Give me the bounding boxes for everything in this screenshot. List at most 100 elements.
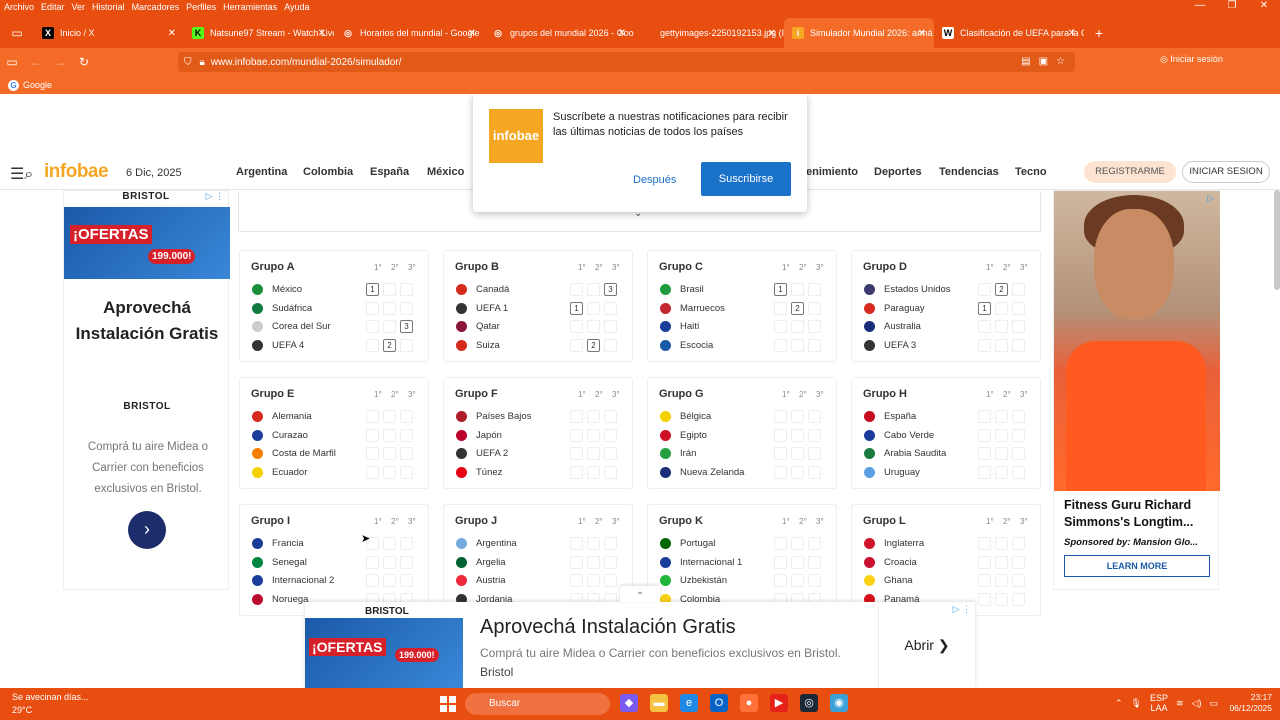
- position-checkbox[interactable]: [400, 537, 413, 550]
- position-checkbox[interactable]: [366, 410, 379, 423]
- register-button[interactable]: REGISTRARME: [1084, 161, 1176, 183]
- left-ad[interactable]: BRISTOL ▷ ⋮ ¡OFERTAS 199.000! Aprovechá …: [63, 190, 230, 590]
- ad-arrow-button[interactable]: ›: [128, 511, 166, 549]
- position-checkbox[interactable]: [774, 555, 787, 569]
- position-checkbox[interactable]: [791, 574, 804, 588]
- position-checkbox[interactable]: [383, 410, 396, 423]
- position-checkbox[interactable]: [1012, 447, 1025, 461]
- firefox-icon[interactable]: ●: [740, 694, 758, 712]
- tab-close-icon[interactable]: ✕: [468, 28, 476, 39]
- position-checkbox[interactable]: [400, 283, 413, 296]
- position-checkbox[interactable]: [400, 301, 413, 315]
- position-checkbox[interactable]: [570, 447, 583, 461]
- adchoices-icon[interactable]: ▷: [1207, 193, 1214, 204]
- position-checkbox[interactable]: [587, 555, 600, 569]
- browser-tab[interactable]: X Inicio / X ✕: [34, 18, 184, 48]
- position-checkbox[interactable]: [774, 537, 787, 550]
- menu-search-icon[interactable]: ☰⌕: [10, 164, 33, 184]
- browser-tab[interactable]: i Simulador Mundial 2026: armá ✕: [784, 18, 934, 48]
- wifi-icon[interactable]: ≋: [1176, 698, 1184, 709]
- browser-signin[interactable]: ◎ Iniciar sesión: [1160, 54, 1223, 65]
- nav-mexico[interactable]: México: [427, 166, 464, 178]
- position-checkbox[interactable]: [570, 428, 583, 442]
- clock[interactable]: 23:17 06/12/2025: [1222, 692, 1272, 714]
- position-checkbox[interactable]: [587, 283, 600, 296]
- position-checkbox[interactable]: [587, 466, 600, 480]
- position-checkbox[interactable]: [383, 320, 396, 334]
- position-checkbox[interactable]: [383, 555, 396, 569]
- position-checkbox[interactable]: [604, 555, 617, 569]
- position-checkbox[interactable]: [995, 339, 1008, 353]
- position-checkbox[interactable]: [791, 537, 804, 550]
- position-checkbox[interactable]: [978, 466, 991, 480]
- position-checkbox[interactable]: [808, 283, 821, 296]
- position-checkbox[interactable]: [808, 555, 821, 569]
- browser-tab[interactable]: ◎ Horarios del mundial - Google ✕: [334, 18, 484, 48]
- position-checkbox[interactable]: [995, 320, 1008, 334]
- windows-start-icon[interactable]: [440, 696, 456, 712]
- nav-argentina[interactable]: Argentina: [236, 166, 287, 178]
- star-icon[interactable]: ☆: [1056, 52, 1065, 72]
- position-checkbox[interactable]: [1012, 339, 1025, 353]
- position-checkbox[interactable]: [774, 301, 787, 315]
- position-checkbox[interactable]: [1012, 555, 1025, 569]
- position-checkbox[interactable]: 2: [587, 339, 600, 353]
- browser-tab[interactable]: K Natsune97 Stream - Watch Live ✕: [184, 18, 334, 48]
- scrollbar[interactable]: [1274, 190, 1280, 290]
- position-checkbox[interactable]: [1012, 283, 1025, 296]
- position-checkbox[interactable]: 1: [978, 301, 991, 315]
- position-checkbox[interactable]: [604, 447, 617, 461]
- position-checkbox[interactable]: [604, 410, 617, 423]
- position-checkbox[interactable]: [604, 574, 617, 588]
- tab-close-icon[interactable]: ✕: [168, 28, 176, 39]
- position-checkbox[interactable]: [383, 537, 396, 550]
- position-checkbox[interactable]: [587, 537, 600, 550]
- position-checkbox[interactable]: [978, 537, 991, 550]
- position-checkbox[interactable]: 1: [570, 301, 583, 315]
- chevron-up-icon[interactable]: ⌃: [1115, 698, 1123, 709]
- position-checkbox[interactable]: [995, 410, 1008, 423]
- volume-icon[interactable]: ◁): [1192, 698, 1202, 709]
- position-checkbox[interactable]: [978, 410, 991, 423]
- back-icon[interactable]: ←: [24, 55, 48, 69]
- edge-icon[interactable]: e: [680, 694, 698, 712]
- menu-item[interactable]: Ver: [68, 2, 89, 12]
- infobae-logo[interactable]: infobae: [44, 161, 109, 183]
- minimize-icon[interactable]: —: [1184, 0, 1216, 11]
- position-checkbox[interactable]: 1: [366, 283, 379, 296]
- tab-close-icon[interactable]: ✕: [618, 28, 626, 39]
- position-checkbox[interactable]: [808, 428, 821, 442]
- position-checkbox[interactable]: 3: [400, 320, 413, 334]
- steam-icon[interactable]: ◎: [800, 694, 818, 712]
- menu-item[interactable]: Herramientas: [219, 2, 280, 12]
- position-checkbox[interactable]: [774, 320, 787, 334]
- youtube-icon[interactable]: ▶: [770, 694, 788, 712]
- position-checkbox[interactable]: [587, 320, 600, 334]
- nav-entretenimiento[interactable]: enimiento: [806, 166, 858, 178]
- position-checkbox[interactable]: [366, 339, 379, 353]
- position-checkbox[interactable]: [366, 574, 379, 588]
- position-checkbox[interactable]: [587, 447, 600, 461]
- position-checkbox[interactable]: [383, 574, 396, 588]
- position-checkbox[interactable]: [604, 320, 617, 334]
- position-checkbox[interactable]: [978, 339, 991, 353]
- taskbar-search[interactable]: Buscar: [465, 693, 610, 715]
- position-checkbox[interactable]: 2: [995, 283, 1008, 296]
- position-checkbox[interactable]: [604, 428, 617, 442]
- position-checkbox[interactable]: [1012, 410, 1025, 423]
- position-checkbox[interactable]: [995, 447, 1008, 461]
- position-checkbox[interactable]: [366, 447, 379, 461]
- outlook-icon[interactable]: O: [710, 694, 728, 712]
- login-button[interactable]: INICIAR SESION: [1182, 161, 1270, 183]
- position-checkbox[interactable]: [383, 283, 396, 296]
- menu-item[interactable]: Historial: [88, 2, 128, 12]
- position-checkbox[interactable]: [366, 555, 379, 569]
- new-tab-icon[interactable]: +: [1084, 18, 1114, 48]
- position-checkbox[interactable]: [995, 555, 1008, 569]
- nav-colombia[interactable]: Colombia: [303, 166, 353, 178]
- position-checkbox[interactable]: [1012, 428, 1025, 442]
- file-explorer-icon[interactable]: ▬: [650, 694, 668, 712]
- position-checkbox[interactable]: [995, 593, 1008, 607]
- position-checkbox[interactable]: [995, 537, 1008, 550]
- position-checkbox[interactable]: [791, 320, 804, 334]
